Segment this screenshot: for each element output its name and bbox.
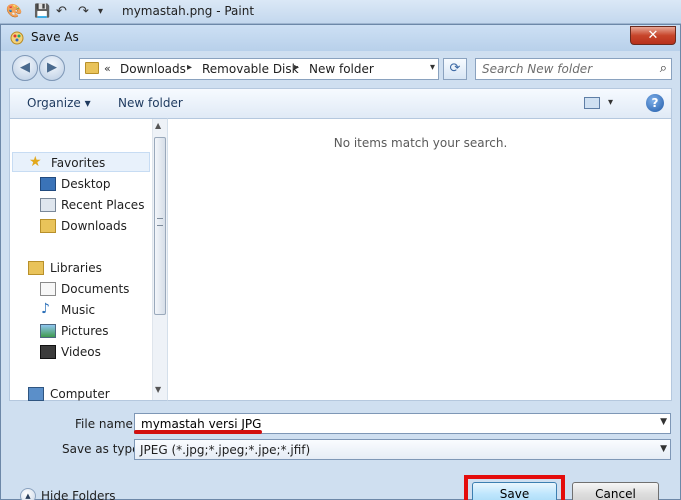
command-toolbar: Organize ▾ New folder ▾ ? bbox=[9, 88, 672, 118]
help-icon[interactable]: ? bbox=[646, 94, 664, 112]
paint-window-title: mymastah.png - Paint bbox=[122, 4, 255, 18]
address-overflow-chevron[interactable]: « bbox=[104, 62, 111, 75]
scroll-down-icon[interactable]: ▼ bbox=[155, 385, 161, 394]
forward-arrow-icon: ▶ bbox=[47, 60, 57, 75]
computer-icon bbox=[28, 387, 44, 401]
breadcrumb-new-folder[interactable]: New folder bbox=[309, 62, 374, 76]
tree-item-recent-places[interactable]: Recent Places bbox=[10, 195, 150, 215]
downloads-folder-icon bbox=[40, 219, 56, 233]
breadcrumb-separator-icon[interactable]: ▸ bbox=[187, 62, 192, 73]
documents-icon bbox=[40, 282, 56, 296]
navigation-scrollbar[interactable]: ▲ ▼ bbox=[152, 119, 167, 400]
scrollbar-grip bbox=[157, 218, 163, 226]
view-options-chevron-icon[interactable]: ▾ bbox=[608, 97, 613, 108]
annotation-underline bbox=[134, 430, 262, 434]
libraries-icon bbox=[28, 261, 44, 275]
breadcrumb-separator-icon[interactable]: ▸ bbox=[294, 62, 299, 73]
save-as-type-dropdown-icon[interactable]: ▼ bbox=[660, 444, 667, 454]
back-arrow-icon: ◀ bbox=[20, 60, 30, 75]
redo-icon[interactable]: ↷ bbox=[78, 4, 89, 19]
tree-item-pictures[interactable]: Pictures bbox=[10, 321, 150, 341]
refresh-button[interactable]: ⟳ bbox=[443, 58, 467, 80]
desktop-icon bbox=[40, 177, 56, 191]
save-as-dialog: Save As ✕ ◀ ▶ « Downloads ▸ Removable Di… bbox=[0, 24, 681, 500]
pictures-icon bbox=[40, 324, 56, 338]
star-icon: ★ bbox=[29, 154, 42, 170]
search-icon[interactable]: ⌕ bbox=[660, 61, 667, 76]
tree-item-documents[interactable]: Documents bbox=[10, 279, 150, 299]
tree-item-downloads[interactable]: Downloads bbox=[10, 216, 150, 236]
breadcrumb-downloads[interactable]: Downloads bbox=[120, 62, 186, 76]
new-folder-button[interactable]: New folder bbox=[118, 96, 183, 110]
address-bar[interactable]: « Downloads ▸ Removable Disk ▸ New folde… bbox=[79, 58, 439, 80]
tree-item-favorites[interactable]: ★ Favorites bbox=[12, 152, 150, 172]
empty-results-message: No items match your search. bbox=[333, 136, 508, 150]
scrollbar-thumb[interactable] bbox=[154, 137, 166, 315]
tree-label: Libraries bbox=[50, 261, 102, 275]
close-button[interactable]: ✕ bbox=[630, 26, 676, 45]
quick-access-dropdown-icon[interactable]: ▾ bbox=[98, 6, 103, 17]
dialog-title: Save As bbox=[31, 30, 79, 44]
collapse-up-icon: ▲ bbox=[20, 488, 36, 500]
search-box[interactable]: ⌕ bbox=[475, 58, 672, 80]
tree-item-libraries[interactable]: Libraries bbox=[10, 258, 150, 278]
change-view-icon[interactable] bbox=[584, 97, 600, 109]
scroll-up-icon[interactable]: ▲ bbox=[155, 121, 161, 130]
refresh-icon: ⟳ bbox=[449, 61, 461, 76]
tree-label: Desktop bbox=[61, 177, 111, 191]
undo-icon[interactable]: ↶ bbox=[56, 4, 67, 19]
breadcrumb-removable-disk[interactable]: Removable Disk bbox=[202, 62, 299, 76]
tree-item-computer[interactable]: Computer bbox=[10, 384, 150, 404]
save-quick-icon[interactable]: 💾 bbox=[34, 4, 50, 19]
tree-label: Pictures bbox=[61, 324, 109, 338]
paint-title-bar: 🎨 💾 ↶ ↷ ▾ mymastah.png - Paint bbox=[0, 0, 681, 24]
paint-dialog-icon bbox=[10, 31, 24, 45]
save-as-type-value: JPEG (*.jpg;*.jpeg;*.jpe;*.jfif) bbox=[140, 443, 311, 457]
navigation-pane[interactable]: ★ Favorites Desktop Recent Places Downlo… bbox=[9, 118, 167, 401]
tree-label: Videos bbox=[61, 345, 101, 359]
tree-label: Downloads bbox=[61, 219, 127, 233]
folder-icon bbox=[85, 62, 99, 74]
tree-label: Documents bbox=[61, 282, 130, 296]
save-as-type-select[interactable]: JPEG (*.jpg;*.jpeg;*.jpe;*.jfif) ▼ bbox=[134, 439, 671, 460]
file-name-dropdown-icon[interactable]: ▼ bbox=[660, 417, 667, 427]
hide-folders-label: Hide Folders bbox=[41, 489, 116, 500]
save-as-type-label: Save as type: bbox=[62, 442, 144, 456]
back-button[interactable]: ◀ bbox=[12, 55, 38, 81]
tree-item-desktop[interactable]: Desktop bbox=[10, 174, 150, 194]
forward-button[interactable]: ▶ bbox=[39, 55, 65, 81]
tree-label: Computer bbox=[50, 387, 110, 401]
tree-label: Recent Places bbox=[61, 198, 145, 212]
tree-label: Favorites bbox=[51, 156, 106, 170]
file-name-label: File name: bbox=[75, 417, 137, 431]
paint-app-icon[interactable]: 🎨 bbox=[6, 4, 22, 19]
organize-button[interactable]: Organize ▾ bbox=[27, 96, 91, 110]
dialog-title-bar[interactable]: Save As ✕ bbox=[1, 25, 680, 51]
tree-item-videos[interactable]: Videos bbox=[10, 342, 150, 362]
tree-item-music[interactable]: ♪ Music bbox=[10, 300, 150, 320]
cancel-button[interactable]: Cancel bbox=[572, 482, 659, 500]
videos-icon bbox=[40, 345, 56, 359]
recent-places-icon bbox=[40, 198, 56, 212]
address-dropdown-icon[interactable]: ▾ bbox=[430, 62, 435, 73]
search-input[interactable] bbox=[476, 59, 646, 79]
save-button[interactable]: Save bbox=[472, 482, 557, 500]
tree-label: Music bbox=[61, 303, 96, 317]
music-icon: ♪ bbox=[41, 301, 50, 317]
file-list-pane[interactable]: No items match your search. bbox=[167, 118, 672, 401]
